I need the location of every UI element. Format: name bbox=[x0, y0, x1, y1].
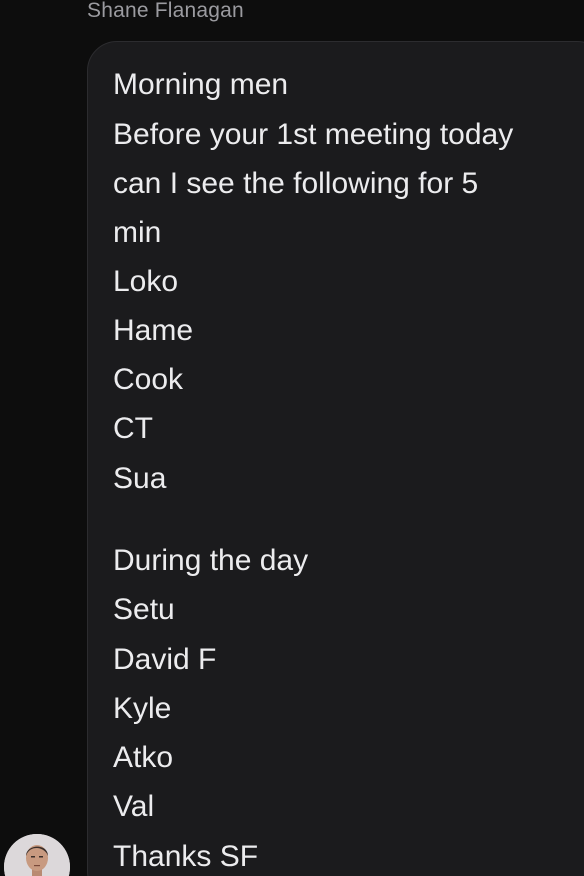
message-line: Val bbox=[113, 790, 155, 823]
message-line: min bbox=[113, 216, 162, 249]
message-line: Kyle bbox=[113, 692, 172, 725]
message-line: CT bbox=[113, 412, 153, 445]
message-line: Setu bbox=[113, 593, 175, 626]
message-line: Loko bbox=[113, 265, 179, 298]
message-line: David F bbox=[113, 643, 217, 676]
message-line: Hame bbox=[113, 314, 194, 347]
sender-name: Shane Flanagan bbox=[87, 0, 244, 22]
message-line: can I see the following for 5 bbox=[113, 167, 479, 200]
sender-avatar[interactable] bbox=[4, 834, 70, 876]
message-line: Before your 1st meeting today bbox=[113, 118, 514, 151]
message-line: Atko bbox=[113, 741, 174, 774]
message-line: Thanks SF bbox=[113, 840, 259, 873]
message-line: Sua bbox=[113, 462, 167, 495]
user-avatar-icon bbox=[4, 834, 70, 876]
message-line: During the day bbox=[113, 544, 309, 577]
message-line: Cook bbox=[113, 363, 184, 396]
message-line: Morning men bbox=[113, 68, 289, 101]
